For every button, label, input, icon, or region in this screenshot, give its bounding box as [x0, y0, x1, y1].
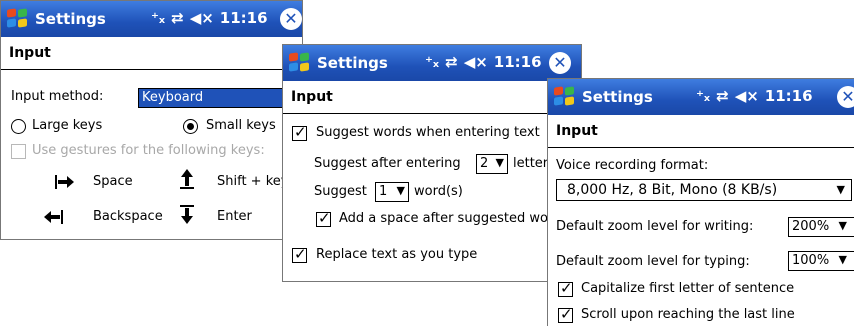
section-header: Input [548, 115, 854, 148]
volume-icon[interactable]: ◀× [735, 87, 759, 105]
gestures-label: Use gestures for the following keys: [32, 143, 265, 158]
arrow-up-icon [180, 169, 194, 189]
sync-icon[interactable]: ⇄ [171, 9, 184, 27]
settings-window-keyboard: Settings ⁺ₓ ⇄ ◀× 11:16 ✕ Input Input method… [0, 0, 303, 240]
voice-format-value: 8,000 Hz, 8 Bit, Mono (8 KB/s) [567, 182, 778, 198]
suggest-after-dropdown[interactable]: 2 ▼ [476, 154, 508, 174]
settings-window-options: Settings ⁺ₓ ⇄ ◀× 11:16 ✕ Input Voice record… [547, 78, 854, 326]
status-area[interactable]: ⁺ₓ ⇄ ◀× 11:16 [696, 87, 819, 105]
close-icon[interactable]: ✕ [549, 52, 571, 74]
connectivity-icon[interactable]: ⁺ₓ [151, 9, 165, 27]
clock[interactable]: 11:16 [220, 9, 268, 27]
scroll-checkbox[interactable] [558, 305, 573, 323]
add-space-label: Add a space after suggested wo [339, 211, 548, 226]
add-space-checkbox[interactable] [316, 209, 331, 227]
zoom-typing-label: Default zoom level for typing: [556, 254, 750, 269]
input-method-label: Input method: [11, 89, 104, 104]
volume-icon[interactable]: ◀× [190, 9, 214, 27]
suggest-words-label: Suggest words when entering text [316, 125, 540, 140]
title-bar: Settings ⁺ₓ ⇄ ◀× 11:16 ✕ [283, 45, 581, 81]
suggest-after-unit: letter [513, 156, 549, 171]
status-area[interactable]: ⁺ₓ ⇄ ◀× 11:16 [151, 9, 274, 27]
replace-text-checkbox[interactable] [292, 245, 307, 263]
start-menu-icon[interactable] [289, 52, 311, 73]
large-keys-label: Large keys [32, 118, 103, 133]
capitalize-checkbox[interactable] [558, 279, 573, 297]
window-title: Settings [35, 10, 106, 28]
gesture-label-enter: Enter [217, 209, 252, 224]
sync-icon[interactable]: ⇄ [445, 53, 458, 71]
voice-format-label: Voice recording format: [556, 158, 709, 173]
gesture-label-backspace: Backspace [93, 209, 163, 224]
scroll-label: Scroll upon reaching the last line [581, 307, 795, 322]
start-menu-icon[interactable] [7, 8, 29, 29]
close-icon[interactable]: ✕ [837, 86, 854, 108]
clock[interactable]: 11:16 [765, 87, 813, 105]
small-keys-radio[interactable] [183, 119, 198, 134]
input-method-value: Keyboard [142, 90, 204, 105]
start-menu-icon[interactable] [554, 86, 576, 107]
title-bar: Settings ⁺ₓ ⇄ ◀× 11:16 ✕ [548, 79, 854, 115]
connectivity-icon[interactable]: ⁺ₓ [696, 87, 710, 105]
window-title: Settings [582, 88, 653, 106]
suggest-after-label: Suggest after entering [314, 156, 461, 171]
window-title: Settings [317, 54, 388, 72]
arrow-left-icon [44, 210, 63, 224]
suggest-count-dropdown[interactable]: 1 ▼ [375, 182, 409, 202]
replace-text-label: Replace text as you type [316, 247, 478, 262]
volume-icon[interactable]: ◀× [464, 53, 488, 71]
zoom-typing-dropdown[interactable]: 100% ▼ [788, 251, 854, 271]
suggest-count-label: Suggest [314, 184, 367, 199]
capitalize-label: Capitalize first letter of sentence [581, 281, 795, 296]
input-method-dropdown[interactable]: Keyboard [138, 88, 302, 108]
chevron-down-icon: ▼ [495, 156, 504, 169]
large-keys-radio[interactable] [11, 119, 26, 134]
zoom-writing-label: Default zoom level for writing: [556, 219, 754, 234]
connectivity-icon[interactable]: ⁺ₓ [425, 53, 439, 71]
clock[interactable]: 11:16 [494, 53, 542, 71]
suggest-count-value: 1 [379, 184, 388, 199]
chevron-down-icon: ▼ [396, 184, 405, 197]
status-area[interactable]: ⁺ₓ ⇄ ◀× 11:16 [425, 53, 548, 71]
chevron-down-icon: ▼ [836, 183, 845, 196]
zoom-writing-value: 200% [792, 219, 830, 234]
zoom-writing-dropdown[interactable]: 200% ▼ [788, 217, 854, 237]
suggest-words-checkbox[interactable] [292, 123, 307, 141]
chevron-down-icon: ▼ [838, 219, 847, 232]
gesture-label-shift: Shift + key [217, 174, 289, 189]
sync-icon[interactable]: ⇄ [716, 87, 729, 105]
gesture-label-space: Space [93, 174, 133, 189]
arrow-right-icon [55, 175, 74, 189]
gestures-checkbox[interactable] [11, 144, 26, 159]
settings-window-word-completion: Settings ⁺ₓ ⇄ ◀× 11:16 ✕ Input Suggest word… [282, 44, 582, 282]
small-keys-label: Small keys [206, 118, 276, 133]
arrow-down-icon [180, 205, 194, 224]
voice-format-dropdown[interactable]: 8,000 Hz, 8 Bit, Mono (8 KB/s) ▼ [556, 179, 852, 201]
close-icon[interactable]: ✕ [280, 8, 302, 30]
suggest-count-unit: word(s) [414, 184, 463, 199]
section-header: Input [1, 37, 302, 70]
chevron-down-icon: ▼ [838, 253, 847, 266]
section-header: Input [283, 81, 581, 114]
zoom-typing-value: 100% [792, 253, 830, 268]
title-bar: Settings ⁺ₓ ⇄ ◀× 11:16 ✕ [1, 1, 302, 37]
suggest-after-value: 2 [480, 156, 489, 171]
